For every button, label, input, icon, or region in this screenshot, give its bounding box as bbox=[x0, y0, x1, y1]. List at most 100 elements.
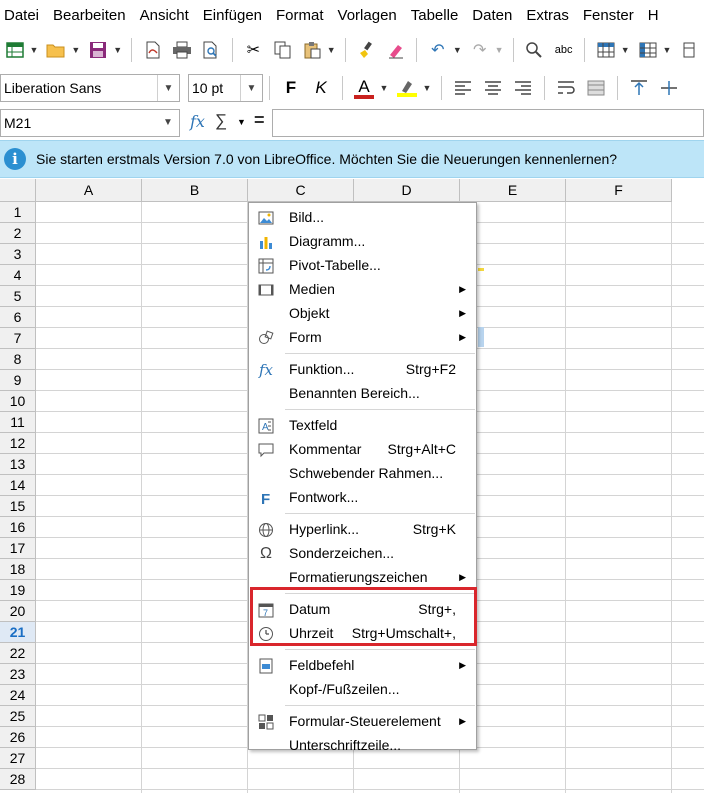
row-header[interactable]: 11 bbox=[0, 412, 36, 433]
menu-item[interactable]: Formular-Steuerelement ▶ bbox=[249, 710, 476, 734]
open-folder-icon[interactable] bbox=[44, 37, 69, 63]
menu-item[interactable]: Kopf-/Fußzeilen... bbox=[249, 678, 476, 702]
font-size-combo[interactable]: 10 pt ▼ bbox=[188, 74, 263, 102]
select-all-corner[interactable] bbox=[0, 179, 36, 202]
row-header[interactable]: 4 bbox=[0, 265, 36, 286]
row-header[interactable]: 1 bbox=[0, 202, 36, 223]
row-header[interactable]: 9 bbox=[0, 370, 36, 391]
row-header[interactable]: 24 bbox=[0, 685, 36, 706]
menu-item[interactable]: Pivot-Tabelle... bbox=[249, 254, 476, 278]
row-header[interactable]: 13 bbox=[0, 454, 36, 475]
formula-input[interactable] bbox=[272, 109, 704, 137]
clear-formatting-icon[interactable] bbox=[383, 37, 408, 63]
row-header[interactable]: 16 bbox=[0, 517, 36, 538]
row-header[interactable]: 14 bbox=[0, 475, 36, 496]
paste-icon[interactable] bbox=[299, 37, 324, 63]
print-preview-icon[interactable] bbox=[199, 37, 224, 63]
column-dropdown-icon[interactable]: ▼ bbox=[662, 37, 672, 63]
row-header[interactable]: 5 bbox=[0, 286, 36, 307]
menu-item[interactable]: Medien ▶ bbox=[249, 278, 476, 302]
chevron-down-icon[interactable]: ▼ bbox=[157, 75, 179, 101]
export-pdf-icon[interactable] bbox=[140, 37, 165, 63]
spelling-icon[interactable]: abc bbox=[551, 37, 576, 63]
row-header[interactable]: 20 bbox=[0, 601, 36, 622]
menu-datei[interactable]: Datei bbox=[0, 0, 47, 32]
align-right-icon[interactable] bbox=[510, 75, 536, 101]
clone-formatting-icon[interactable] bbox=[354, 37, 379, 63]
highlight-dropdown-icon[interactable]: ▼ bbox=[422, 75, 432, 101]
menu-item[interactable]: Form ▶ bbox=[249, 326, 476, 350]
sum-icon[interactable]: ∑ bbox=[215, 111, 227, 131]
menu-item[interactable]: F Fontwork... bbox=[249, 486, 476, 510]
row-header[interactable]: 21 bbox=[0, 622, 36, 643]
row-dropdown-icon[interactable]: ▼ bbox=[620, 37, 630, 63]
menu-bearbeiten[interactable]: Bearbeiten bbox=[47, 0, 134, 32]
chevron-down-icon[interactable]: ▼ bbox=[240, 75, 262, 101]
row-header[interactable]: 15 bbox=[0, 496, 36, 517]
formula-icon[interactable]: = bbox=[254, 110, 265, 131]
bold-button[interactable]: F bbox=[278, 75, 304, 101]
undo-dropdown-icon[interactable]: ▼ bbox=[452, 37, 462, 63]
row-header[interactable]: 19 bbox=[0, 580, 36, 601]
align-left-icon[interactable] bbox=[450, 75, 476, 101]
align-middle-icon[interactable] bbox=[656, 75, 682, 101]
more-toolbar-icon[interactable] bbox=[677, 37, 702, 63]
print-icon[interactable] bbox=[170, 37, 195, 63]
italic-button[interactable]: K bbox=[308, 75, 334, 101]
name-box[interactable]: M21 ▼ bbox=[0, 109, 180, 137]
menu-ansicht[interactable]: Ansicht bbox=[134, 0, 197, 32]
menu-item[interactable]: Ω Sonderzeichen... bbox=[249, 542, 476, 566]
menu-item[interactable]: fx Funktion... Strg+F2 bbox=[249, 358, 476, 382]
font-name-combo[interactable]: Liberation Sans ▼ bbox=[0, 74, 180, 102]
menu-item[interactable]: Bild... bbox=[249, 206, 476, 230]
column-header[interactable]: E bbox=[460, 179, 566, 202]
align-center-icon[interactable] bbox=[480, 75, 506, 101]
row-header[interactable]: 3 bbox=[0, 244, 36, 265]
row-icon[interactable] bbox=[593, 37, 618, 63]
row-header[interactable]: 23 bbox=[0, 664, 36, 685]
redo-icon[interactable]: ↷ bbox=[467, 37, 492, 63]
menu-item[interactable]: Diagramm... bbox=[249, 230, 476, 254]
column-icon[interactable] bbox=[635, 37, 660, 63]
menu-tabelle[interactable]: Tabelle bbox=[405, 0, 467, 32]
row-header[interactable]: 8 bbox=[0, 349, 36, 370]
open-dropdown-icon[interactable]: ▼ bbox=[71, 37, 81, 63]
column-header[interactable]: B bbox=[142, 179, 248, 202]
menu-item[interactable]: Benannten Bereich... bbox=[249, 382, 476, 406]
save-icon[interactable] bbox=[86, 37, 111, 63]
menu-item[interactable]: Unterschriftzeile... bbox=[249, 734, 476, 758]
menu-item[interactable]: Kommentar Strg+Alt+C bbox=[249, 438, 476, 462]
menu-item[interactable]: Schwebender Rahmen... bbox=[249, 462, 476, 486]
row-header[interactable]: 6 bbox=[0, 307, 36, 328]
menu-hilfe[interactable]: H bbox=[642, 0, 667, 32]
function-wizard-icon[interactable]: fx bbox=[190, 112, 205, 131]
highlight-color-icon[interactable] bbox=[394, 75, 420, 101]
font-color-dropdown-icon[interactable]: ▼ bbox=[379, 75, 389, 101]
menu-item[interactable]: Feldbefehl ▶ bbox=[249, 654, 476, 678]
row-header[interactable]: 26 bbox=[0, 727, 36, 748]
row-header[interactable]: 17 bbox=[0, 538, 36, 559]
menu-item[interactable]: A Textfeld bbox=[249, 414, 476, 438]
column-header[interactable]: A bbox=[36, 179, 142, 202]
row-header[interactable]: 27 bbox=[0, 748, 36, 769]
sum-dropdown-icon[interactable]: ▼ bbox=[237, 117, 246, 127]
new-dropdown-icon[interactable]: ▼ bbox=[29, 37, 39, 63]
cut-icon[interactable]: ✂ bbox=[241, 37, 266, 63]
wrap-text-icon[interactable] bbox=[553, 75, 579, 101]
menu-extras[interactable]: Extras bbox=[520, 0, 577, 32]
menu-fenster[interactable]: Fenster bbox=[577, 0, 642, 32]
row-header[interactable]: 22 bbox=[0, 643, 36, 664]
column-header[interactable]: F bbox=[566, 179, 672, 202]
row-header[interactable]: 7 bbox=[0, 328, 36, 349]
font-color-icon[interactable]: A bbox=[351, 75, 377, 101]
save-dropdown-icon[interactable]: ▼ bbox=[113, 37, 123, 63]
menu-einfuegen[interactable]: Einfügen bbox=[197, 0, 270, 32]
row-header[interactable]: 18 bbox=[0, 559, 36, 580]
merge-cells-icon[interactable] bbox=[583, 75, 609, 101]
row-header[interactable]: 28 bbox=[0, 769, 36, 790]
chevron-down-icon[interactable]: ▼ bbox=[157, 110, 179, 136]
row-header[interactable]: 2 bbox=[0, 223, 36, 244]
menu-item[interactable]: Objekt ▶ bbox=[249, 302, 476, 326]
menu-format[interactable]: Format bbox=[270, 0, 332, 32]
menu-vorlagen[interactable]: Vorlagen bbox=[332, 0, 405, 32]
